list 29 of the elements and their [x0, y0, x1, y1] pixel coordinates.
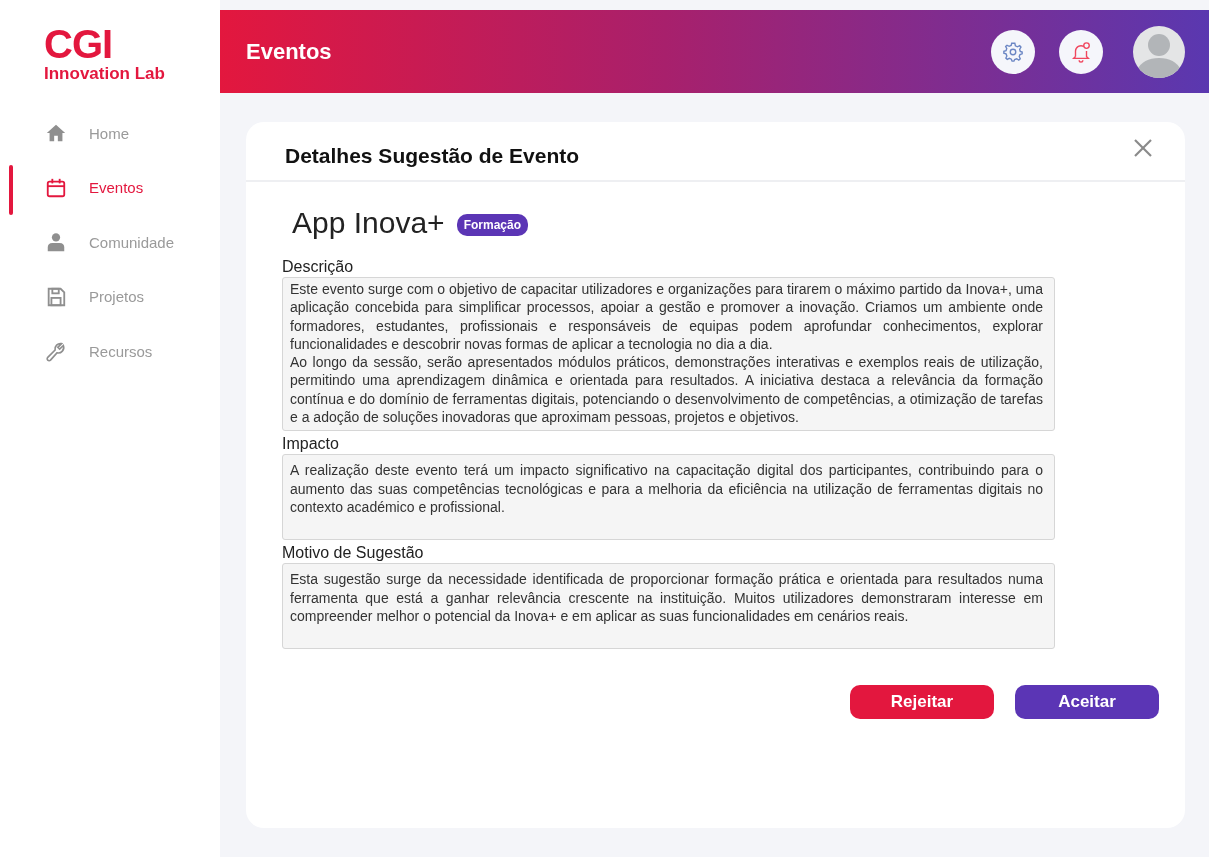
text-area[interactable]: A realização deste evento terá um impacto significativo na capacitação digital dos participantes, contribuindo para o aumento das suas competências tecnológicas e para a melhoria da eficiência na utilização de ferramentas digitais no contexto académico e profissional. [282, 454, 1055, 541]
field-label: Impacto [282, 435, 340, 454]
field-label: Descrição [282, 258, 355, 276]
sidebar-item[interactable]: Eventos [45, 176, 144, 199]
sidebar-item[interactable]: Home [45, 122, 129, 145]
notifications-button[interactable] [1059, 29, 1103, 74]
close-icon [1133, 138, 1153, 158]
wrench-icon [45, 340, 67, 363]
settings-button[interactable] [991, 29, 1035, 74]
calendar-icon [45, 176, 67, 199]
person-icon [45, 231, 67, 254]
close-button[interactable] [1133, 138, 1153, 158]
category-tag: Formação [456, 214, 528, 236]
selection-indicator [9, 164, 13, 215]
sidebar-item[interactable]: Comunidade [45, 231, 175, 254]
logo-subtitle: Innovation Lab [44, 64, 166, 84]
avatar[interactable] [1133, 25, 1185, 78]
settings-icon [1002, 40, 1024, 63]
reject-button[interactable]: Rejeitar [850, 685, 994, 720]
accept-button[interactable]: Aceitar [1015, 685, 1159, 720]
logo-mark: CGI [44, 26, 114, 62]
text-area[interactable]: Este evento surge com o objetivo de capacitar utilizadores e organizações para tirarem o máximo partido da Inova+, uma aplicação concebida para simplificar processos, apoiar a gestão e promover a inovação. Criamos um ambiente onde formadores, estudantes, profissionais e responsáveis de equipas podem aprofundar conhecimentos, explorar funcionalidades e descobrir novas formas de aplicar a tecnologia no dia a dia. Ao longo da sessão, serão apresentados módulos práticos, demonstrações interativas e exemplos reais de utilização, permitindo uma aprendizagem dinâmica e orientada para resultados. A iniciativa destaca a relevância da formação contínua e do domínio de ferramentas digitais, potenciando o desenvolvimento de competências, a otimização de tarefas e a adoção de soluções inovadoras que aproximam pessoas, projetos e objetivos. [282, 277, 1055, 432]
sidebar-item[interactable]: Recursos [45, 340, 153, 363]
event-name: App Inova+ [292, 206, 445, 240]
field-label: Motivo de Sugestão [282, 544, 425, 563]
dialog-title: Detalhes Sugestão de Evento [285, 144, 580, 168]
sidebar-item[interactable]: Projetos [45, 285, 145, 308]
text-area[interactable]: Esta sugestão surge da necessidade identificada de proporcionar formação prática e orientada para resultados numa ferramenta que está a ganhar relevância crescente na instituição. Muitos utilizadores demonstraram interesse em compreender melhor o potencial da Inova+ e em aplicar as suas funcionalidades em cenários reais. [282, 563, 1055, 650]
page-title: Eventos [246, 38, 332, 65]
